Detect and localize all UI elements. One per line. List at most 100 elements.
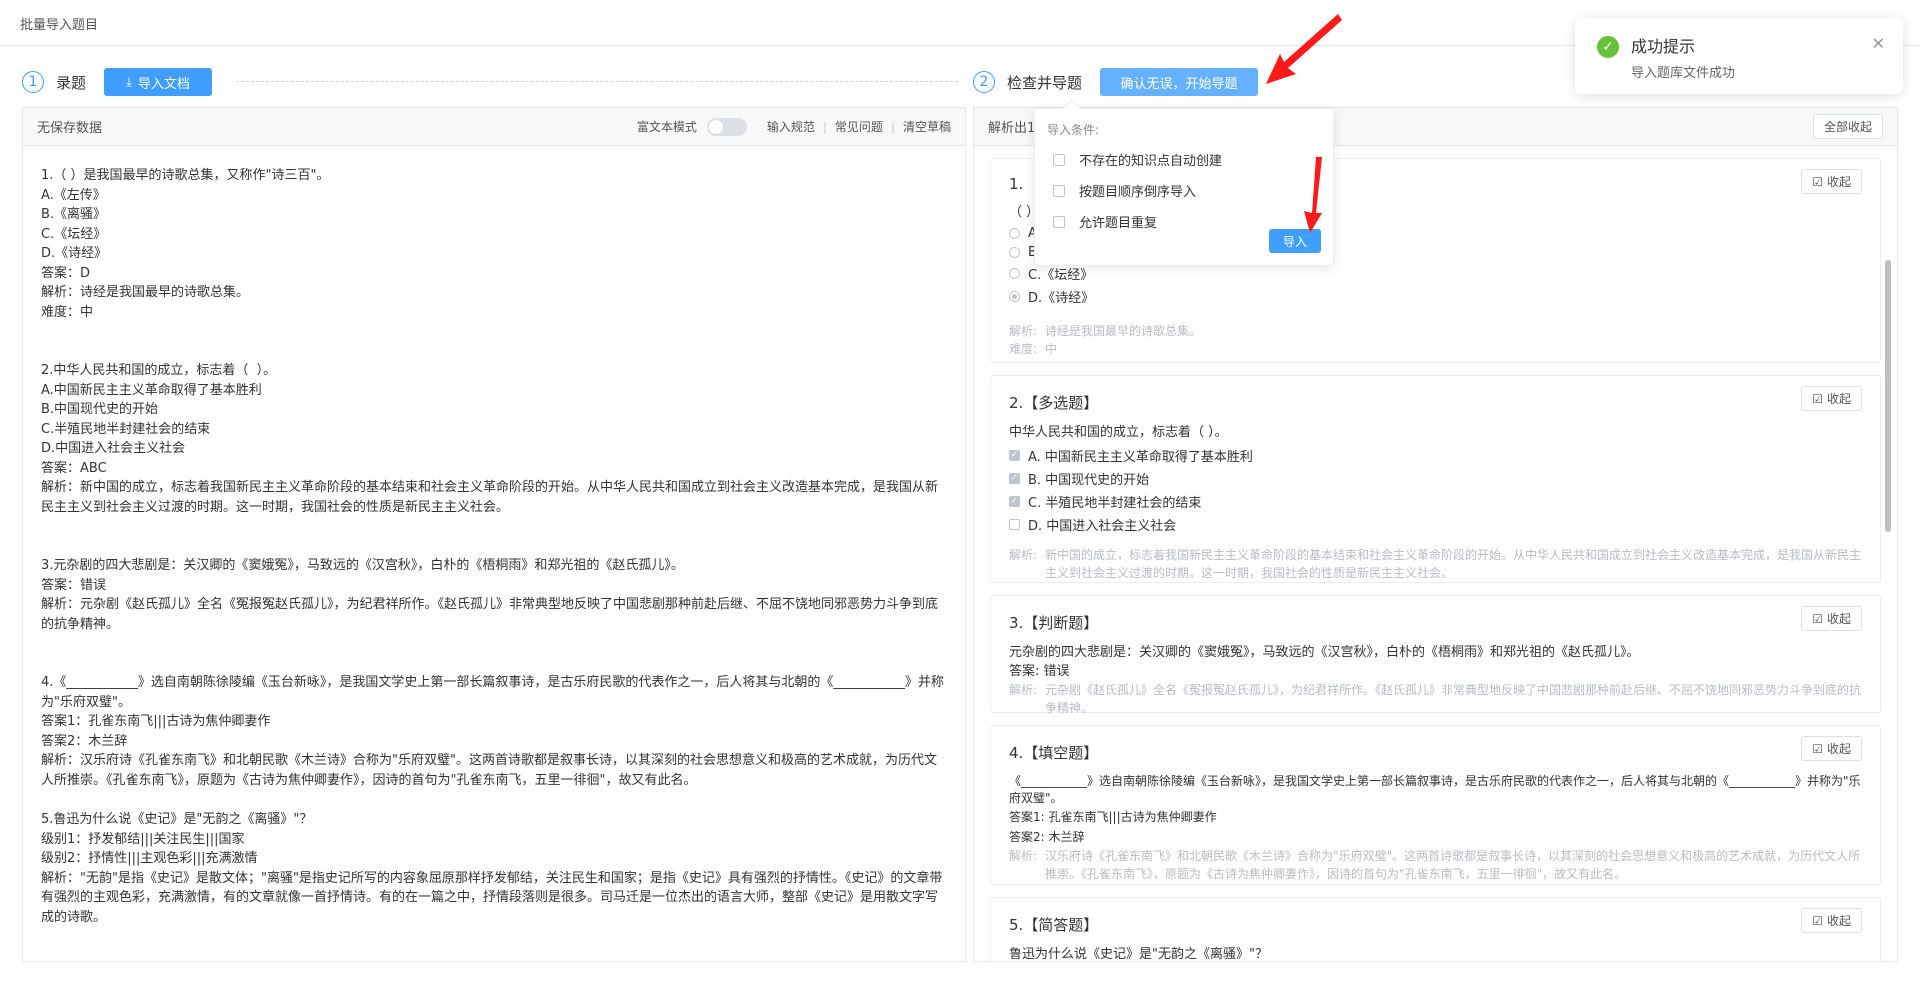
- option-b: ✓ B. 中国现代史的开始: [1009, 469, 1862, 488]
- step-2-number: 2: [973, 71, 995, 93]
- condition-label: 允许题目重复: [1079, 216, 1158, 231]
- collapse-label: 收起: [1826, 914, 1851, 928]
- collapse-button[interactable]: ☑ 收起: [1801, 169, 1862, 194]
- collapse-button[interactable]: ☑ 收起: [1801, 908, 1862, 933]
- analysis-key: 解析:: [1009, 683, 1038, 697]
- question-difficulty: 难度: 中: [1009, 340, 1862, 358]
- divider: |: [890, 119, 895, 134]
- divider: |: [822, 119, 827, 134]
- analysis-text: 汉乐府诗《孔雀东南飞》和北朝民歌《木兰诗》合称为"乐府双璧"。这两首诗歌都是叙事…: [1045, 849, 1861, 881]
- editor-line: C.半殖民地半封建社会的结束: [41, 421, 211, 437]
- step-2-label: 检查并导题: [1007, 73, 1083, 92]
- option-label: D.《诗经》: [1028, 291, 1095, 306]
- editor-block-1: 1.（ ）是我国最早的诗歌总集，又称作"诗三百"。 A.《左传》 B.《离骚》 …: [41, 166, 947, 322]
- option-a: ✓ A. 中国新民主主义革命取得了基本胜利: [1009, 446, 1862, 465]
- popover-title: 导入条件:: [1047, 123, 1100, 137]
- question-analysis: 解析: 诗经是我国最早的诗歌总集。: [1009, 322, 1862, 340]
- editor-line: A.中国新民主主义革命取得了基本胜利: [41, 382, 262, 398]
- question-title: 3.【判断题】: [1009, 614, 1099, 632]
- edit-icon: ☑: [1812, 391, 1823, 406]
- editor-line: 5.鲁迅为什么说《史记》是"无韵之《离骚》"？: [41, 812, 313, 827]
- step-1-number: 1: [22, 71, 44, 93]
- step-1-label: 录题: [56, 73, 87, 92]
- collapse-label: 收起: [1826, 612, 1851, 626]
- question-card-3: 3.【判断题】 ☑ 收起 元杂剧的四大悲剧是：关汉卿的《窦娥冤》，马致远的《汉宫秋…: [990, 595, 1881, 715]
- analysis-text: 元杂剧《赵氏孤儿》全名《冤报冤赵氏孤儿》，为纪君祥所作。《赵氏孤儿》非常典型地反…: [1045, 683, 1862, 715]
- editor-panel-header: 无保存数据 富文本模式 输入规范 | 常见问题 | 清空草稿: [23, 108, 965, 146]
- checkbox-checked-icon: ✓: [1009, 496, 1020, 507]
- checkbox-icon[interactable]: [1053, 215, 1065, 228]
- step-1: 1 录题 ⤓ 导入文档: [22, 68, 213, 96]
- checkbox-icon[interactable]: [1053, 184, 1065, 197]
- input-spec-link[interactable]: 输入规范: [767, 118, 815, 135]
- question-analysis: 解析: 元杂剧《赵氏孤儿》全名《冤报冤赵氏孤儿》，为纪君祥所作。《赵氏孤儿》非常典…: [1009, 681, 1862, 717]
- question-title: 5.【简答题】: [1009, 916, 1099, 934]
- question-analysis: 解析: 汉乐府诗《孔雀东南飞》和北朝民歌《木兰诗》合称为"乐府双璧"。这两首诗歌都…: [1009, 847, 1862, 883]
- question-answer-2: 答案2: 木兰辞: [1009, 830, 1085, 844]
- editor-block-2: 2.中华人民共和国的成立，标志着（ ）。 A.中国新民主主义革命取得了基本胜利 …: [41, 361, 947, 517]
- question-title: 4.【填空题】: [1009, 744, 1099, 762]
- editor-line: 解析："无韵"是指《史记》是散文体；"离骚"是指史记所写的内容象屈原那样抒发郁结…: [41, 870, 943, 925]
- question-stem: 元杂剧的四大悲剧是：关汉卿的《窦娥冤》，马致远的《汉宫秋》，白朴的《梧桐雨》和郑…: [1009, 645, 1640, 660]
- collapse-label: 收起: [1826, 742, 1851, 756]
- question-answer-1: 答案1: 孔雀东南飞|||古诗为焦仲卿妻作: [1009, 810, 1217, 824]
- checkbox-icon: [1009, 519, 1020, 530]
- question-analysis: 解析: 新中国的成立，标志着我国新民主主义革命阶段的基本结束和社会主义革命阶段的开…: [1009, 546, 1862, 582]
- close-icon[interactable]: ✕: [1872, 34, 1885, 53]
- checkbox-icon[interactable]: [1053, 153, 1065, 166]
- editor-line: 解析：诗经是我国最早的诗歌总集。: [41, 285, 250, 300]
- editor-line: 答案2：木兰辞: [41, 733, 128, 749]
- analysis-key: 解析:: [1009, 548, 1038, 562]
- collapse-button[interactable]: ☑ 收起: [1801, 606, 1862, 631]
- clear-draft-link[interactable]: 清空草稿: [903, 118, 951, 135]
- option-label: B. 中国现代史的开始: [1028, 473, 1150, 488]
- confirm-start-import-button[interactable]: 确认无误，开始导题: [1100, 68, 1259, 96]
- condition-auto-create-knowledge[interactable]: 不存在的知识点自动创建: [1053, 150, 1321, 169]
- radio-checked-icon: [1009, 291, 1020, 302]
- success-toast: ✓ 成功提示 导入题库文件成功 ✕: [1575, 18, 1903, 94]
- condition-reverse-order[interactable]: 按题目顺序倒序导入: [1053, 181, 1321, 200]
- difficulty-text: 中: [1045, 342, 1058, 356]
- editor-line: D.《诗经》: [41, 246, 108, 261]
- edit-icon: ☑: [1812, 611, 1823, 626]
- editor-line: 答案：错误: [41, 577, 107, 593]
- radio-icon: [1009, 268, 1020, 279]
- difficulty-key: 难度:: [1009, 342, 1038, 356]
- download-icon: ⤓: [126, 74, 132, 90]
- option-c: C.《坛经》: [1009, 264, 1862, 283]
- collapse-button[interactable]: ☑ 收起: [1801, 736, 1862, 761]
- edit-icon: ☑: [1812, 741, 1823, 756]
- editor-line: C.《坛经》: [41, 226, 107, 242]
- condition-label: 按题目顺序倒序导入: [1079, 185, 1197, 200]
- question-card-2: 2.【多选题】 ☑ 收起 中华人民共和国的成立，标志着（ ）。 ✓ A. 中国新民主…: [990, 375, 1881, 583]
- question-card-4: 4.【填空题】 ☑ 收起 《___________》选自南朝陈徐陵编《玉台新咏》，…: [990, 725, 1881, 885]
- editor-line: B.中国现代史的开始: [41, 402, 159, 417]
- import-button[interactable]: 导入: [1268, 229, 1321, 253]
- question-title: 2.【多选题】: [1009, 394, 1099, 412]
- editor-line: 答案：ABC: [41, 460, 107, 476]
- option-d: D. 中国进入社会主义社会: [1009, 515, 1862, 534]
- import-document-button[interactable]: ⤓ 导入文档: [104, 68, 213, 96]
- page-title: 批量导入题目: [20, 18, 99, 33]
- preview-scrollbar[interactable]: [1885, 260, 1891, 532]
- editor-line: A.《左传》: [41, 187, 106, 203]
- editor-line: 答案：D: [41, 265, 91, 281]
- editor-line: 难度：中: [41, 304, 94, 320]
- rich-text-toggle[interactable]: [706, 117, 747, 136]
- step-2: 2 检查并导题 确认无误，开始导题: [973, 68, 1259, 96]
- editor-line: 解析：汉乐府诗《孔雀东南飞》和北朝民歌《木兰诗》合称为"乐府双璧"。这两首诗歌都…: [41, 753, 937, 788]
- question-stem: 《___________》选自南朝陈徐陵编《玉台新咏》，是我国文学史上第一部长篇…: [1009, 774, 1861, 805]
- radio-icon: [1009, 247, 1020, 258]
- editor-line: 1.（ ）是我国最早的诗歌总集，又称作"诗三百"。: [41, 168, 330, 183]
- collapse-label: 收起: [1826, 392, 1851, 406]
- condition-label: 不存在的知识点自动创建: [1079, 154, 1223, 169]
- collapse-button[interactable]: ☑ 收起: [1801, 386, 1862, 411]
- analysis-text: 新中国的成立，标志着我国新民主主义革命阶段的基本结束和社会主义革命阶段的开始。从…: [1045, 548, 1862, 580]
- editor-block-5: 5.鲁迅为什么说《史记》是"无韵之《离骚》"？ 级别1：抒发郁结|||关注民生|…: [41, 810, 947, 927]
- collapse-all-button[interactable]: 全部收起: [1812, 114, 1883, 139]
- faq-link[interactable]: 常见问题: [835, 118, 883, 135]
- question-text-editor[interactable]: 1.（ ）是我国最早的诗歌总集，又称作"诗三百"。 A.《左传》 B.《离骚》 …: [23, 146, 965, 986]
- editor-line: 4.《___________》选自南朝陈徐陵编《玉台新咏》，是我国文学史上第一部…: [41, 675, 944, 710]
- editor-line: 解析：新中国的成立，标志着我国新民主主义革命阶段的基本结束和社会主义革命阶段的开…: [41, 480, 939, 515]
- question-stem: 鲁迅为什么说《史记》是"无韵之《离骚》"？: [1009, 947, 1268, 962]
